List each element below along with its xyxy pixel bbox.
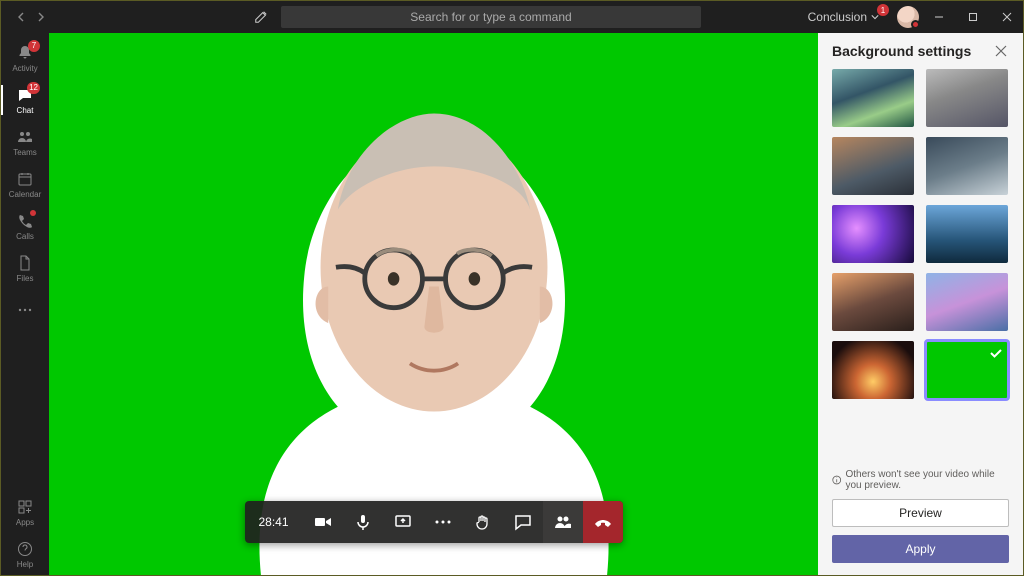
nav-forward-button[interactable] (33, 9, 49, 25)
rail-label: Teams (13, 148, 37, 157)
call-duration: 28:41 (244, 515, 302, 529)
more-icon (17, 308, 33, 312)
window-minimize-button[interactable] (925, 3, 953, 31)
teams-icon (17, 129, 33, 145)
rail-apps[interactable]: Apps (1, 491, 49, 533)
background-option[interactable] (926, 137, 1008, 195)
info-icon (832, 474, 841, 486)
background-option[interactable] (926, 69, 1008, 127)
toggle-mic-button[interactable] (343, 501, 383, 543)
rail-label: Apps (16, 518, 34, 527)
background-option[interactable] (832, 341, 914, 399)
app-rail: 7 Activity 12 Chat Teams Calendar Calls … (1, 33, 49, 575)
camera-icon (314, 513, 332, 531)
mic-icon (354, 513, 372, 531)
hangup-icon (593, 512, 613, 532)
tenant-name: Conclusion (808, 10, 867, 24)
rail-label: Calls (16, 232, 34, 241)
show-chat-button[interactable] (503, 501, 543, 543)
toggle-camera-button[interactable] (303, 501, 343, 543)
rail-calendar[interactable]: Calendar (1, 163, 49, 205)
help-icon (17, 541, 33, 557)
rail-activity[interactable]: 7 Activity (1, 37, 49, 79)
hand-icon (474, 513, 492, 531)
panel-title: Background settings (832, 43, 971, 59)
background-option[interactable] (832, 137, 914, 195)
background-option[interactable] (926, 273, 1008, 331)
window-close-button[interactable] (993, 3, 1021, 31)
activity-badge: 7 (28, 40, 40, 52)
nav-back-button[interactable] (13, 9, 29, 25)
show-participants-button[interactable] (543, 501, 583, 543)
check-icon (988, 345, 1004, 361)
more-actions-button[interactable] (423, 501, 463, 543)
apps-icon (17, 499, 33, 515)
search-input[interactable]: Search for or type a command (281, 6, 701, 28)
rail-chat[interactable]: 12 Chat (1, 79, 49, 121)
rail-help[interactable]: Help (1, 533, 49, 575)
people-icon (554, 513, 572, 531)
preview-hint: Others won't see your video while you pr… (832, 469, 1009, 491)
close-icon (995, 45, 1007, 57)
rail-label: Calendar (9, 190, 41, 199)
rail-teams[interactable]: Teams (1, 121, 49, 163)
title-bar: Search for or type a command Conclusion … (1, 1, 1023, 33)
chat-badge: 12 (27, 82, 40, 94)
user-avatar[interactable] (897, 6, 919, 28)
rail-label: Files (17, 274, 34, 283)
calendar-icon (17, 171, 33, 187)
rail-label: Help (17, 560, 33, 569)
share-icon (394, 513, 412, 531)
rail-files[interactable]: Files (1, 247, 49, 289)
compose-button[interactable] (251, 7, 271, 27)
chat-icon (514, 513, 532, 531)
window-maximize-button[interactable] (959, 3, 987, 31)
background-thumbnails (818, 69, 1023, 461)
apply-button[interactable]: Apply (832, 535, 1009, 563)
calls-dot (30, 210, 36, 216)
call-control-bar: 28:41 (244, 501, 622, 543)
tenant-switcher[interactable]: Conclusion 1 (808, 10, 879, 24)
panel-close-button[interactable] (993, 43, 1009, 59)
hangup-button[interactable] (583, 501, 623, 543)
rail-more[interactable] (1, 289, 49, 331)
video-stage: 28:41 (49, 33, 818, 575)
self-video-person (224, 75, 644, 575)
background-option[interactable] (926, 205, 1008, 263)
rail-label: Chat (17, 106, 34, 115)
share-screen-button[interactable] (383, 501, 423, 543)
tenant-badge: 1 (877, 4, 889, 16)
files-icon (17, 255, 33, 271)
search-placeholder: Search for or type a command (410, 10, 571, 24)
background-option[interactable] (832, 273, 914, 331)
background-settings-panel: Background settings Others won't see you… (818, 33, 1023, 575)
raise-hand-button[interactable] (463, 501, 503, 543)
more-icon (434, 520, 452, 524)
background-option-selected[interactable] (926, 341, 1008, 399)
rail-calls[interactable]: Calls (1, 205, 49, 247)
background-option[interactable] (832, 69, 914, 127)
presence-indicator (911, 20, 920, 29)
rail-label: Activity (12, 64, 37, 73)
background-option[interactable] (832, 205, 914, 263)
preview-button[interactable]: Preview (832, 499, 1009, 527)
